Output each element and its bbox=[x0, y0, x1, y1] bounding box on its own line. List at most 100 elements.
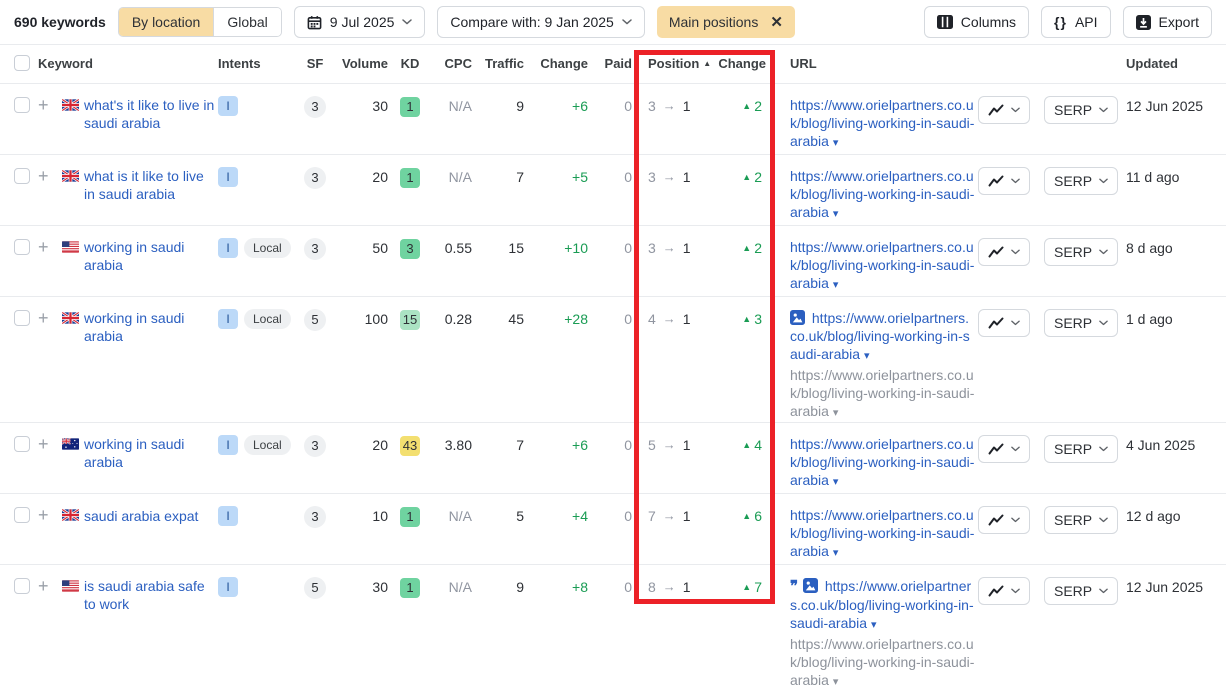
traffic-value: 9 bbox=[516, 98, 524, 114]
row-checkbox[interactable] bbox=[14, 436, 30, 452]
position-cell: 3 → 1 bbox=[632, 167, 718, 187]
primary-url: ❞ https://www.orielpartners.co.uk/blog/l… bbox=[790, 309, 976, 365]
url-link[interactable]: https://www.orielpartners.co.uk/blog/liv… bbox=[790, 239, 974, 291]
calendar-icon bbox=[307, 15, 322, 29]
add-icon[interactable]: + bbox=[38, 576, 49, 596]
local-intent-badge: Local bbox=[244, 435, 291, 455]
select-all-checkbox[interactable] bbox=[14, 54, 30, 71]
primary-url: ❞ https://www.orielpartners.co.uk/blog/l… bbox=[790, 435, 976, 491]
trend-button[interactable] bbox=[978, 96, 1030, 124]
row-checkbox[interactable] bbox=[14, 310, 30, 326]
column-header-position-change[interactable]: Change bbox=[718, 56, 766, 72]
row-checkbox[interactable] bbox=[14, 578, 30, 594]
trend-button[interactable] bbox=[978, 435, 1030, 463]
secondary-url[interactable]: https://www.orielpartners.co.uk/blog/liv… bbox=[790, 366, 976, 422]
braces-icon: {} bbox=[1054, 14, 1067, 30]
trend-button[interactable] bbox=[978, 506, 1030, 534]
position-to: 1 bbox=[682, 437, 691, 453]
column-header-kd[interactable]: KD bbox=[388, 56, 432, 72]
volume-value: 100 bbox=[364, 311, 388, 327]
export-icon bbox=[1135, 14, 1151, 30]
intent-badge: I bbox=[218, 435, 238, 455]
add-icon[interactable]: + bbox=[38, 237, 49, 257]
url-link[interactable]: https://www.orielpartners.co.uk/blog/liv… bbox=[790, 310, 970, 362]
trend-icon bbox=[988, 443, 1004, 455]
add-icon[interactable]: + bbox=[38, 308, 49, 328]
intent-badge: I bbox=[218, 167, 238, 187]
traffic-value: 9 bbox=[516, 579, 524, 595]
paid-value: 0 bbox=[624, 508, 632, 524]
traffic-change-value: +8 bbox=[572, 579, 588, 595]
keyword-link[interactable]: working in saudi arabia bbox=[84, 435, 218, 471]
keyword-link[interactable]: what's it like to live in saudi arabia bbox=[84, 96, 218, 132]
trend-icon bbox=[988, 514, 1004, 526]
column-header-change[interactable]: Change bbox=[524, 56, 588, 72]
url-link[interactable]: https://www.orielpartners.co.uk/blog/liv… bbox=[790, 436, 974, 488]
row-checkbox[interactable] bbox=[14, 97, 30, 113]
paid-value: 0 bbox=[624, 98, 632, 114]
add-icon[interactable]: + bbox=[38, 95, 49, 115]
column-header-cpc[interactable]: CPC bbox=[432, 56, 472, 72]
row-checkbox[interactable] bbox=[14, 168, 30, 184]
secondary-url[interactable]: https://www.orielpartners.co.uk/blog/liv… bbox=[790, 635, 976, 691]
column-header-volume[interactable]: Volume bbox=[334, 56, 388, 72]
url-link[interactable]: https://www.orielpartners.co.uk/blog/liv… bbox=[790, 507, 974, 559]
url-caret-icon: ▾ bbox=[832, 279, 839, 291]
columns-label: Columns bbox=[960, 14, 1017, 30]
add-icon[interactable]: + bbox=[38, 505, 49, 525]
sf-badge: 3 bbox=[304, 238, 326, 260]
by-location-button[interactable]: By location bbox=[118, 8, 214, 36]
keyword-link[interactable]: saudi arabia expat bbox=[84, 507, 198, 525]
position-cell: 5 → 1 bbox=[632, 435, 718, 455]
url-caret-icon: ▾ bbox=[832, 547, 839, 559]
main-positions-filter-chip[interactable]: Main positions ✕ bbox=[656, 6, 795, 38]
updated-value: 12 Jun 2025 bbox=[1126, 579, 1204, 595]
cpc-value: N/A bbox=[448, 169, 472, 185]
add-icon[interactable]: + bbox=[38, 434, 49, 454]
column-header-intents[interactable]: Intents bbox=[218, 56, 296, 72]
url-caret-icon: ▾ bbox=[863, 350, 870, 362]
column-header-updated[interactable]: Updated bbox=[1100, 56, 1206, 72]
trend-icon bbox=[988, 175, 1004, 187]
keyword-link[interactable]: what is it like to live in saudi arabia bbox=[84, 167, 218, 203]
arrow-right-icon: → bbox=[662, 508, 676, 523]
url-link[interactable]: https://www.orielpartners.co.uk/blog/liv… bbox=[790, 97, 974, 149]
trend-icon bbox=[988, 246, 1004, 258]
intents-cell: I Local bbox=[218, 435, 296, 455]
image-icon bbox=[803, 578, 818, 593]
position-change-cell: ▲ 2 bbox=[718, 167, 766, 187]
trend-button[interactable] bbox=[978, 309, 1030, 337]
kd-badge: 15 bbox=[399, 310, 421, 330]
compare-with-button[interactable]: Compare with: 9 Jan 2025 bbox=[437, 6, 645, 38]
column-header-sf[interactable]: SF bbox=[296, 56, 334, 72]
row-checkbox[interactable] bbox=[14, 239, 30, 255]
columns-button[interactable]: Columns bbox=[923, 6, 1030, 38]
add-icon[interactable]: + bbox=[38, 166, 49, 186]
keyword-link[interactable]: is saudi arabia safe to work bbox=[84, 577, 218, 613]
column-header-position[interactable]: Position ▲ bbox=[632, 56, 718, 72]
table-row: + what's it like to live in saudi arabia… bbox=[0, 84, 1226, 155]
column-header-paid[interactable]: Paid bbox=[588, 56, 632, 72]
table-row: + working in saudi arabia I Local 3 50 3 … bbox=[0, 226, 1226, 297]
date-picker-button[interactable]: 9 Jul 2025 bbox=[293, 6, 426, 38]
trend-button[interactable] bbox=[978, 238, 1030, 266]
global-button[interactable]: Global bbox=[213, 8, 281, 36]
chevron-down-icon bbox=[1011, 588, 1020, 594]
export-button[interactable]: Export bbox=[1122, 6, 1212, 38]
column-header-url[interactable]: URL bbox=[790, 56, 978, 72]
sf-badge: 3 bbox=[304, 167, 326, 189]
trend-button[interactable] bbox=[978, 577, 1030, 605]
trend-button[interactable] bbox=[978, 167, 1030, 195]
row-checkbox[interactable] bbox=[14, 507, 30, 523]
sf-badge: 3 bbox=[304, 96, 326, 118]
url-caret-icon: ▾ bbox=[832, 407, 839, 419]
close-icon[interactable]: ✕ bbox=[770, 13, 783, 31]
column-header-traffic[interactable]: Traffic bbox=[472, 56, 524, 72]
column-header-keyword[interactable]: Keyword bbox=[38, 56, 218, 72]
position-from: 7 bbox=[648, 508, 656, 524]
keyword-link[interactable]: working in saudi arabia bbox=[84, 238, 218, 274]
url-link[interactable]: https://www.orielpartners.co.uk/blog/liv… bbox=[790, 168, 974, 220]
traffic-change-value: +6 bbox=[572, 437, 588, 453]
keyword-link[interactable]: working in saudi arabia bbox=[84, 309, 218, 345]
api-button[interactable]: {} API bbox=[1041, 6, 1111, 38]
